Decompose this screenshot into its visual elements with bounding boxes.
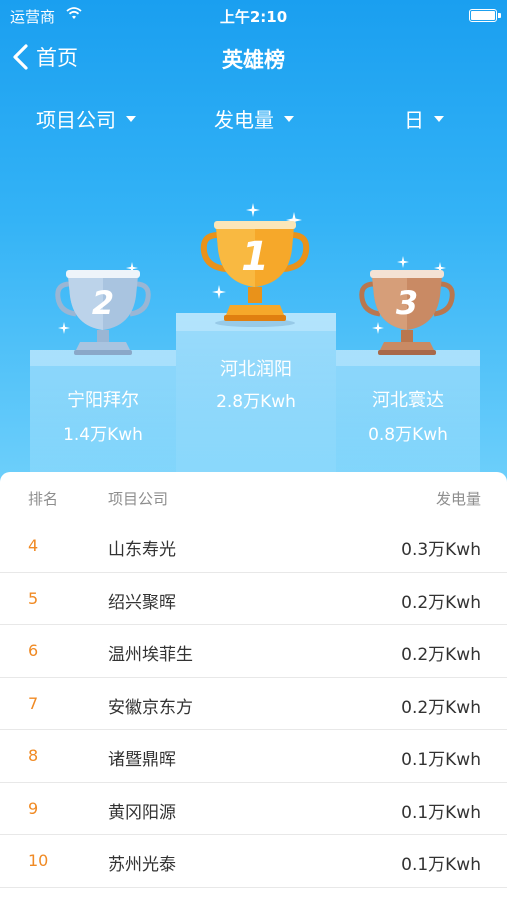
podium-third: 河北寰达 0.8万Kwh [336, 350, 480, 490]
header-rank: 排名 [28, 490, 59, 508]
table-row[interactable]: 7 安徽京东方 0.2万Kwh [0, 678, 507, 730]
row-rank: 10 [28, 851, 49, 870]
row-value: 0.3万Kwh [401, 540, 481, 560]
row-value: 0.1万Kwh [401, 802, 481, 823]
filter-metric-dropdown[interactable]: 发电量 [214, 104, 294, 133]
trophy-number-3: 3 [396, 284, 418, 322]
table-row[interactable]: 4 山东寿光 0.3万Kwh [0, 520, 507, 573]
battery-icon [469, 9, 501, 22]
nav-bar: 首页 英雄榜 [0, 30, 507, 86]
row-value: 0.1万Kwh [401, 750, 481, 770]
podium-first-name: 河北润阳 [220, 359, 292, 380]
hero-section: 运营商 上午2:10 首页 英雄榜 项目公司 发电量 日 宁阳拜尔 1.4万Kw… [0, 0, 507, 490]
row-company: 山东寿光 [108, 540, 176, 560]
row-value: 0.2万Kwh [401, 592, 481, 613]
row-company: 温州埃菲生 [108, 645, 193, 665]
row-value: 0.2万Kwh [401, 697, 481, 718]
filter-bar: 项目公司 发电量 日 [0, 98, 507, 138]
row-company: 苏州光泰 [108, 855, 176, 875]
trophy-number-2: 2 [92, 284, 114, 322]
podium-second-value: 1.4万Kwh [63, 425, 143, 445]
podium-first: 河北润阳 2.8万Kwh [176, 313, 336, 490]
caret-down-icon [284, 115, 294, 122]
podium-second: 宁阳拜尔 1.4万Kwh [30, 350, 176, 490]
row-company: 绍兴聚晖 [108, 592, 176, 613]
list-header: 排名 项目公司 发电量 [0, 472, 507, 520]
caret-down-icon [434, 115, 444, 122]
row-company: 安徽京东方 [108, 697, 193, 718]
row-rank: 9 [28, 798, 39, 818]
header-value: 发电量 [435, 490, 481, 508]
filter-period-dropdown[interactable]: 日 [404, 104, 444, 133]
table-row[interactable]: 9 黄冈阳源 0.1万Kwh [0, 783, 507, 835]
bronze-trophy-icon: 3 [359, 270, 455, 355]
caret-down-icon [126, 115, 136, 122]
row-rank: 6 [28, 641, 39, 660]
row-rank: 8 [28, 746, 39, 765]
table-row[interactable]: 6 温州埃菲生 0.2万Kwh [0, 625, 507, 678]
row-rank: 7 [28, 693, 39, 713]
header-company: 项目公司 [108, 490, 169, 508]
silver-trophy-icon: 2 [55, 270, 151, 355]
status-time: 上午2:10 [219, 8, 288, 26]
ranking-list: 排名 项目公司 发电量 4 山东寿光 0.3万Kwh 5 绍兴聚晖 0.2万Kw… [0, 472, 507, 900]
gold-trophy-icon: 1 [200, 221, 310, 327]
row-company: 诸暨鼎晖 [108, 750, 176, 770]
podium-third-value: 0.8万Kwh [368, 425, 448, 445]
filter-company-label: 项目公司 [36, 108, 116, 132]
row-value: 0.1万Kwh [401, 855, 481, 875]
trophy-number-1: 1 [241, 234, 269, 280]
podium-first-value: 2.8万Kwh [216, 392, 296, 412]
podium-third-name: 河北寰达 [372, 390, 444, 411]
table-row[interactable]: 8 诸暨鼎晖 0.1万Kwh [0, 730, 507, 783]
podium-second-name: 宁阳拜尔 [67, 390, 139, 411]
table-row[interactable]: 5 绍兴聚晖 0.2万Kwh [0, 573, 507, 625]
status-bar: 运营商 上午2:10 [0, 0, 507, 30]
filter-period-label: 日 [404, 108, 424, 132]
row-rank: 4 [28, 536, 39, 555]
row-company: 黄冈阳源 [108, 802, 176, 823]
filter-metric-label: 发电量 [214, 108, 274, 132]
page-title: 英雄榜 [222, 48, 285, 72]
row-rank: 5 [28, 588, 39, 608]
filter-company-dropdown[interactable]: 项目公司 [36, 104, 136, 133]
row-value: 0.2万Kwh [401, 645, 481, 665]
table-row[interactable]: 10 苏州光泰 0.1万Kwh [0, 835, 507, 888]
